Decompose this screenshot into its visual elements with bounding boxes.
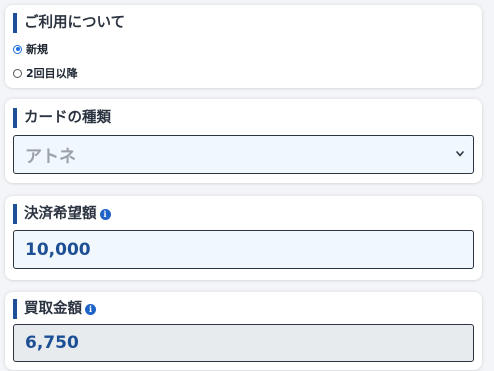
card-type-selected-value: アトネ — [25, 147, 76, 167]
desired-amount-card: 決済希望額 i 10,000 — [5, 196, 482, 280]
radio-new-label: 新規 — [26, 43, 48, 56]
desired-amount-value: 10,000 — [25, 239, 91, 260]
radio-new[interactable]: 新規 — [13, 41, 48, 57]
card-type-select[interactable]: アトネ — [13, 135, 474, 174]
card-type-title: カードの種類 — [13, 108, 111, 128]
purchase-amount-value: 6,750 — [25, 333, 79, 353]
card-type-title-label: カードの種類 — [24, 110, 111, 126]
usage-title-label: ご利用について — [24, 15, 126, 31]
radio-new-indicator[interactable] — [13, 44, 22, 54]
usage-title: ご利用について — [13, 13, 125, 33]
desired-amount-input[interactable]: 10,000 — [13, 230, 474, 269]
purchase-amount-title-label: 買取金額 — [24, 301, 82, 317]
info-icon[interactable]: i — [85, 303, 96, 315]
usage-card: ご利用について 新規 2回目以降 — [5, 5, 482, 88]
card-type-card: カードの種類 アトネ — [5, 99, 482, 183]
radio-repeat-label: 2回目以降 — [26, 67, 78, 80]
radio-repeat[interactable]: 2回目以降 — [13, 65, 78, 81]
purchase-amount-title: 買取金額 i — [13, 299, 96, 319]
info-icon[interactable]: i — [99, 208, 111, 220]
purchase-amount-field: 6,750 — [13, 324, 474, 362]
desired-amount-title: 決済希望額 i — [13, 204, 111, 224]
desired-amount-title-label: 決済希望額 — [24, 206, 97, 222]
chevron-down-icon — [456, 151, 464, 157]
radio-repeat-indicator[interactable] — [13, 68, 22, 78]
purchase-amount-card: 買取金額 i 6,750 — [5, 292, 482, 370]
